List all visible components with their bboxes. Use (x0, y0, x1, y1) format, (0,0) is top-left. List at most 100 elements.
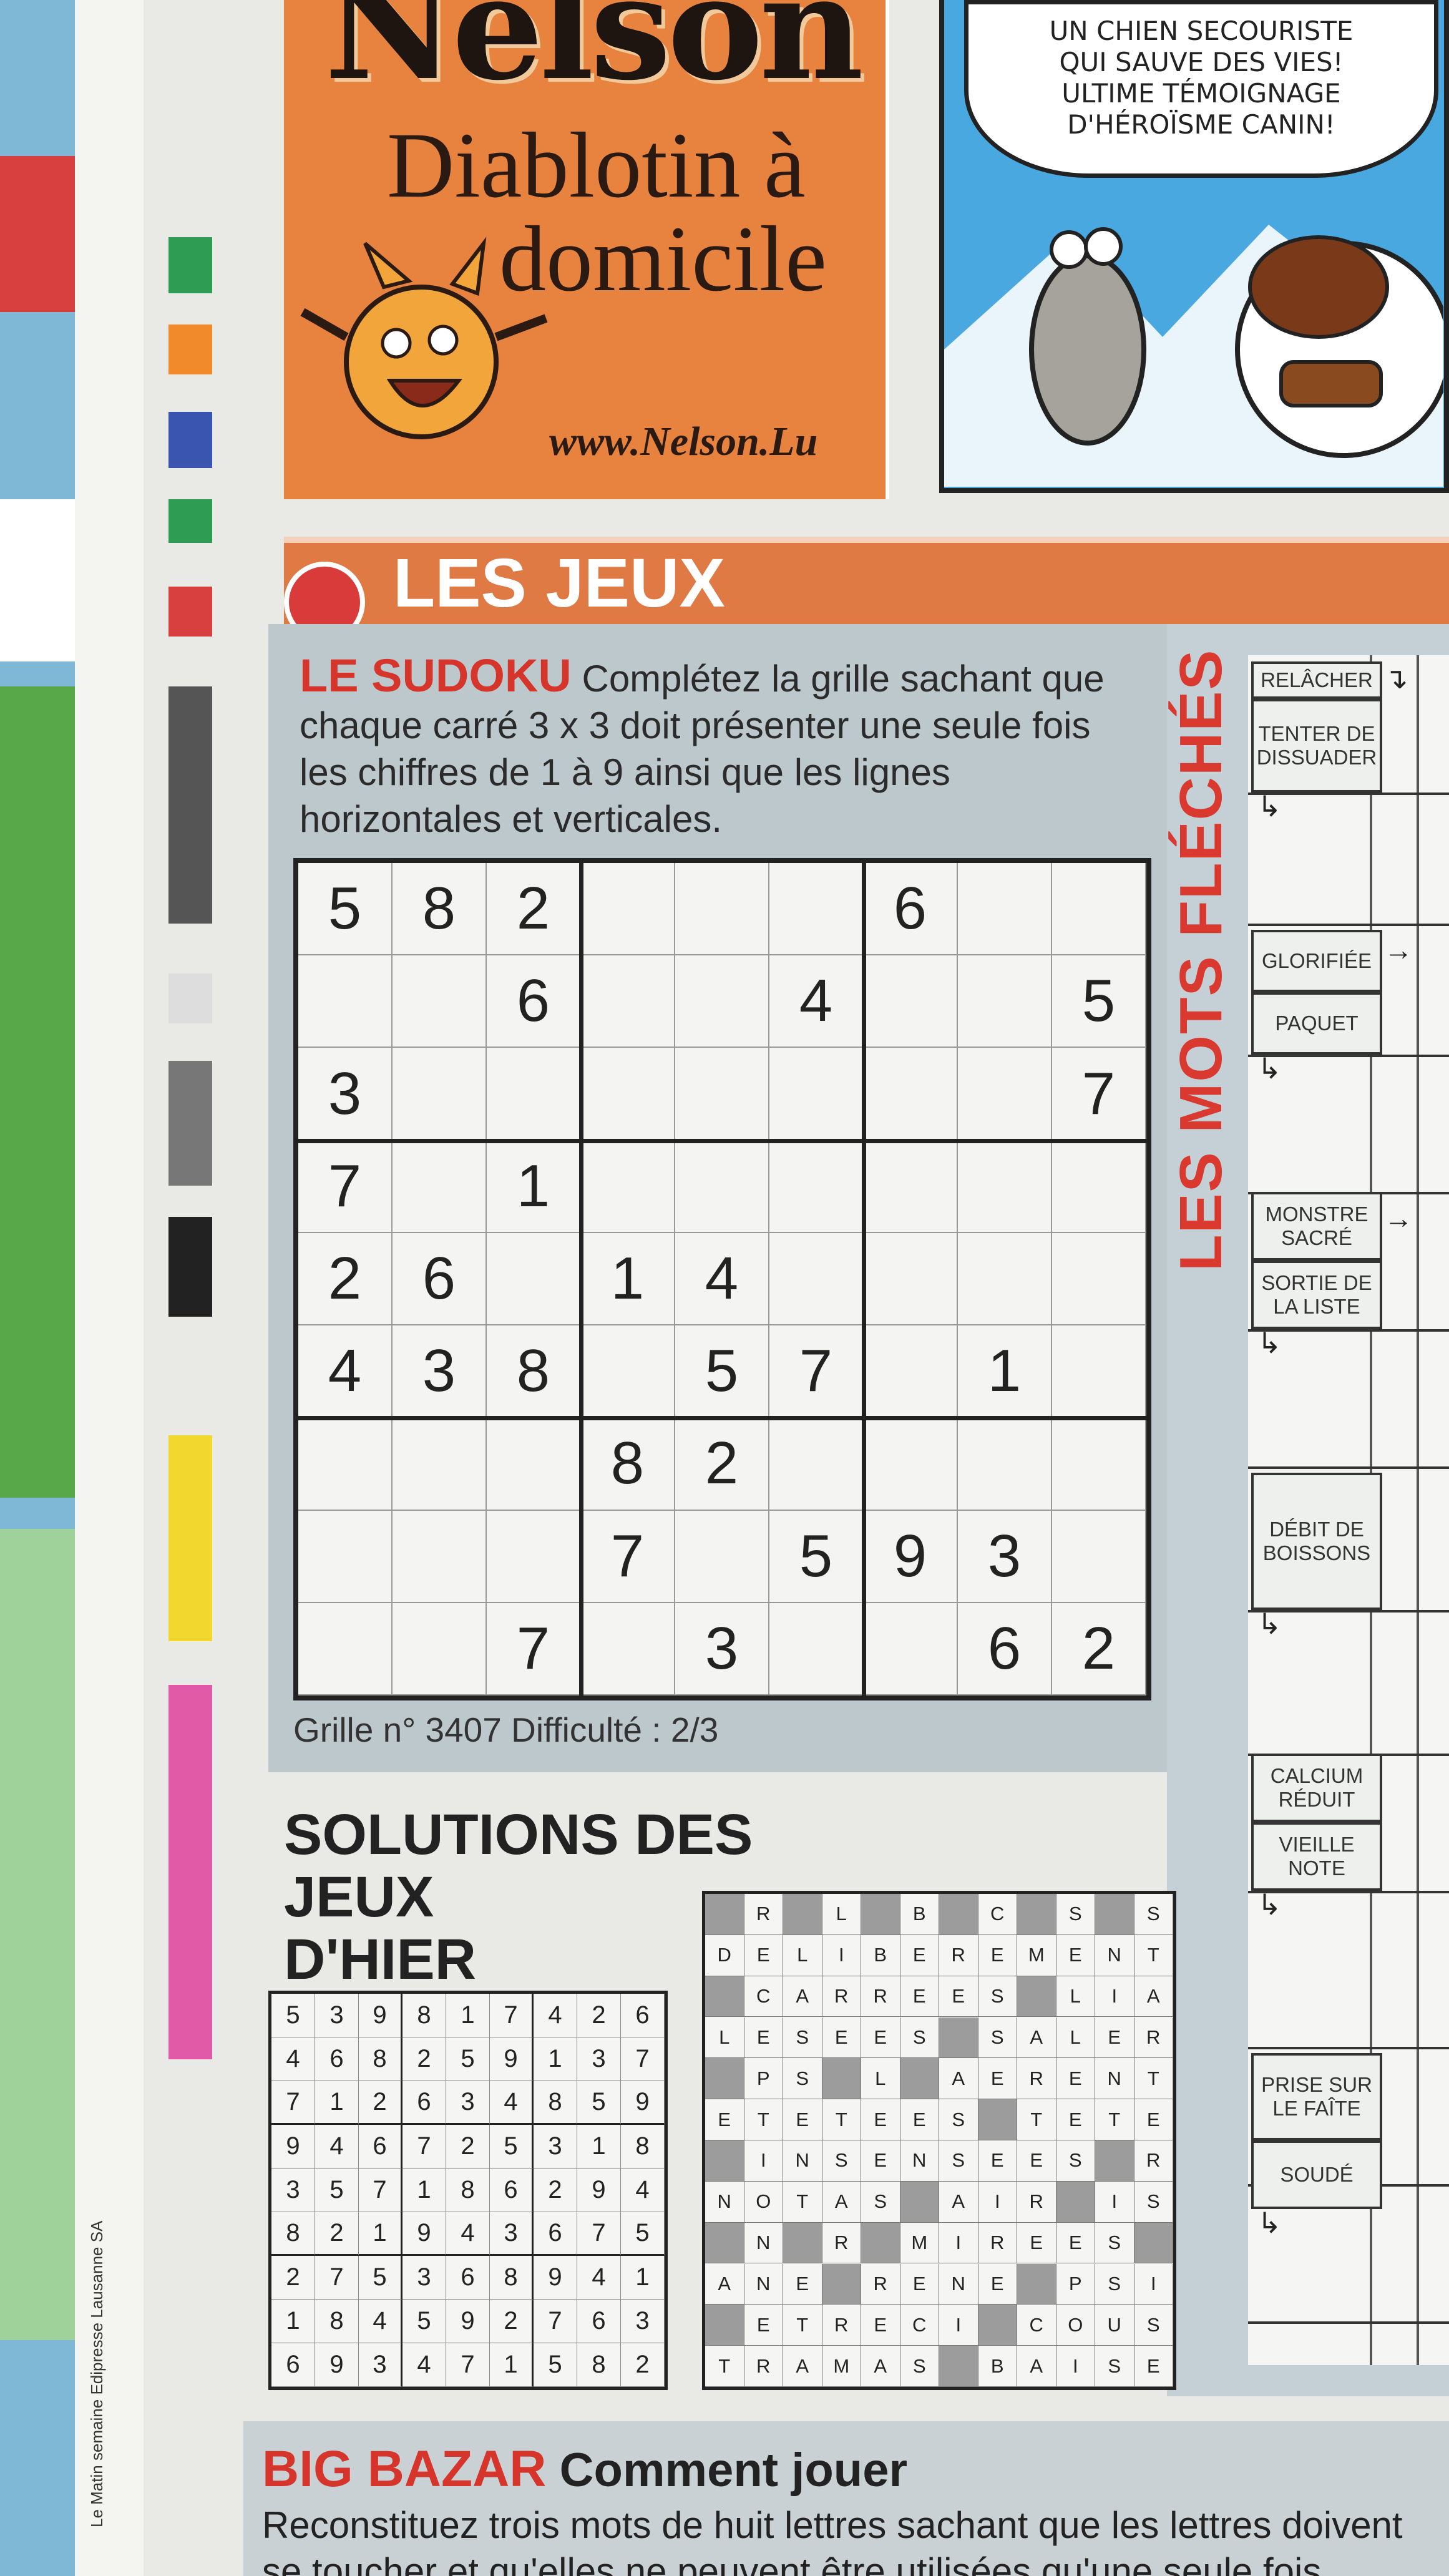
solution-sudoku-cell: 4 (621, 2169, 665, 2212)
crossword-cell: S (1056, 1894, 1095, 1935)
sudoku-cell (393, 1603, 487, 1695)
sudoku-cell: 5 (298, 863, 393, 956)
sudoku-title: LE SUDOKU (300, 650, 572, 701)
clue-cell: MONSTRE SACRÉ (1251, 1192, 1382, 1261)
sudoku-cell (581, 1325, 675, 1418)
crossword-cell: E (1095, 2017, 1134, 2059)
crossword-cell: R (1134, 2017, 1173, 2059)
sudoku-cell: 7 (298, 1140, 393, 1233)
sudoku-cell (769, 1232, 864, 1326)
crossword-cell: A (705, 2263, 744, 2305)
crossword-cell: R (861, 2263, 900, 2305)
solution-crossword-grid: RLBCSSDELIBEREMENTCARREESLIALESEESSALERP… (702, 1891, 1176, 2390)
crossword-black-cell (783, 1894, 822, 1935)
solution-sudoku-cell: 9 (621, 2081, 665, 2125)
crossword-cell: R (822, 2222, 861, 2264)
crossword-cell: R (744, 1894, 783, 1935)
sudoku-cell (958, 955, 1052, 1048)
crossword-cell: N (783, 2140, 822, 2182)
crossword-cell: E (1056, 1934, 1095, 1976)
solution-sudoku-cell: 1 (446, 1994, 490, 2037)
crossword-cell: L (822, 1894, 861, 1935)
solution-sudoku-cell: 7 (271, 2081, 315, 2125)
solution-sudoku-cell: 8 (534, 2081, 577, 2125)
crossword-cell: U (1095, 2305, 1134, 2346)
nelson-subtitle-line2: domicile (499, 207, 827, 311)
crossword-cell: N (900, 2140, 939, 2182)
crossword-cell: I (1134, 2263, 1173, 2305)
speech-bubble: UN CHIEN SECOURISTE QUI SAUVE DES VIES! … (964, 0, 1438, 178)
crossword-black-cell (705, 2140, 744, 2182)
solution-sudoku-cell: 9 (534, 2256, 577, 2300)
arrow-right-icon: → (1384, 1202, 1413, 1234)
crossword-cell: S (1134, 2305, 1173, 2346)
nelson-title: Nelson (324, 0, 864, 112)
sudoku-cell (487, 1418, 581, 1511)
crossword-cell: E (1017, 2222, 1056, 2264)
solution-sudoku-cell: 9 (271, 2125, 315, 2169)
sudoku-cell (487, 1048, 581, 1141)
crossword-cell: R (744, 2346, 783, 2387)
solution-sudoku-cell: 2 (534, 2169, 577, 2212)
sudoku-cell: 7 (581, 1510, 675, 1603)
sudoku-cell: 4 (675, 1232, 769, 1326)
sudoku-cell: 1 (958, 1325, 1052, 1418)
crossword-black-cell (705, 1976, 744, 2017)
solution-sudoku-cell: 2 (315, 2212, 359, 2256)
solution-sudoku-cell: 5 (490, 2125, 534, 2169)
sudoku-cell (675, 1140, 769, 1233)
sudoku-cell (958, 1048, 1052, 1141)
crossword-cell: D (705, 1934, 744, 1976)
sudoku-cell (487, 1510, 581, 1603)
big-bazar-title: BIG BAZAR (262, 2441, 547, 2497)
solution-sudoku-cell: 2 (577, 1994, 621, 2037)
solution-sudoku-cell: 5 (446, 2037, 490, 2081)
crossword-cell: I (939, 2222, 978, 2264)
crossword-cell: S (783, 2017, 822, 2059)
sudoku-cell (1052, 1140, 1146, 1233)
sudoku-cell (769, 1603, 864, 1695)
sudoku-cell: 3 (298, 1048, 393, 1141)
solution-sudoku-cell: 3 (271, 2169, 315, 2212)
solution-sudoku-cell: 8 (446, 2169, 490, 2212)
sudoku-intro: LE SUDOKU Complétez la grille sachant qu… (300, 652, 1142, 852)
solution-sudoku-cell: 6 (315, 2037, 359, 2081)
sudoku-cell (1052, 1418, 1146, 1511)
sudoku-cell: 6 (487, 955, 581, 1048)
nelson-url: www.Nelson.Lu (549, 419, 818, 464)
crossword-cell: E (978, 2058, 1017, 2100)
crossword-cell: E (744, 2017, 783, 2059)
crossword-cell: E (978, 1934, 1017, 1976)
crossword-black-cell (822, 2263, 861, 2305)
crossword-cell: A (939, 2058, 978, 2100)
solution-sudoku-cell: 6 (577, 2300, 621, 2343)
color-strip (0, 0, 75, 2576)
crossword-cell: I (978, 2181, 1017, 2223)
solution-sudoku-cell: 3 (315, 1994, 359, 2037)
crossword-cell: R (1017, 2181, 1056, 2223)
sudoku-cell (581, 1048, 675, 1141)
crossword-cell: N (744, 2222, 783, 2264)
sudoku-cell (581, 955, 675, 1048)
crossword-cell: R (978, 2222, 1017, 2264)
sudoku-cell (581, 1140, 675, 1233)
crossword-black-cell (861, 1894, 900, 1935)
crossword-cell: R (1017, 2058, 1056, 2100)
sudoku-cell (864, 1048, 958, 1141)
crossword-black-cell (705, 2305, 744, 2346)
crossword-cell: E (1134, 2346, 1173, 2387)
crossword-cell: E (1056, 2222, 1095, 2264)
clue-cell: SORTIE DE LA LISTE (1251, 1261, 1382, 1329)
crossword-black-cell (978, 2305, 1017, 2346)
crossword-black-cell (861, 2222, 900, 2264)
sudoku-cell: 2 (1052, 1603, 1146, 1695)
margin-text: Le Matin semaine Edipresse Lausanne SA (87, 2220, 106, 2527)
bubble-line: ULTIME TÉMOIGNAGE (1061, 78, 1341, 109)
sudoku-cell: 7 (1052, 1048, 1146, 1141)
crossword-cell: E (1017, 2140, 1056, 2182)
crossword-black-cell (939, 2346, 978, 2387)
crossword-black-cell (1017, 2263, 1056, 2305)
crossword-black-cell (1134, 2222, 1173, 2264)
sudoku-cell (393, 955, 487, 1048)
big-bazar-heading: BIG BAZAR Comment jouer (262, 2440, 1198, 2502)
